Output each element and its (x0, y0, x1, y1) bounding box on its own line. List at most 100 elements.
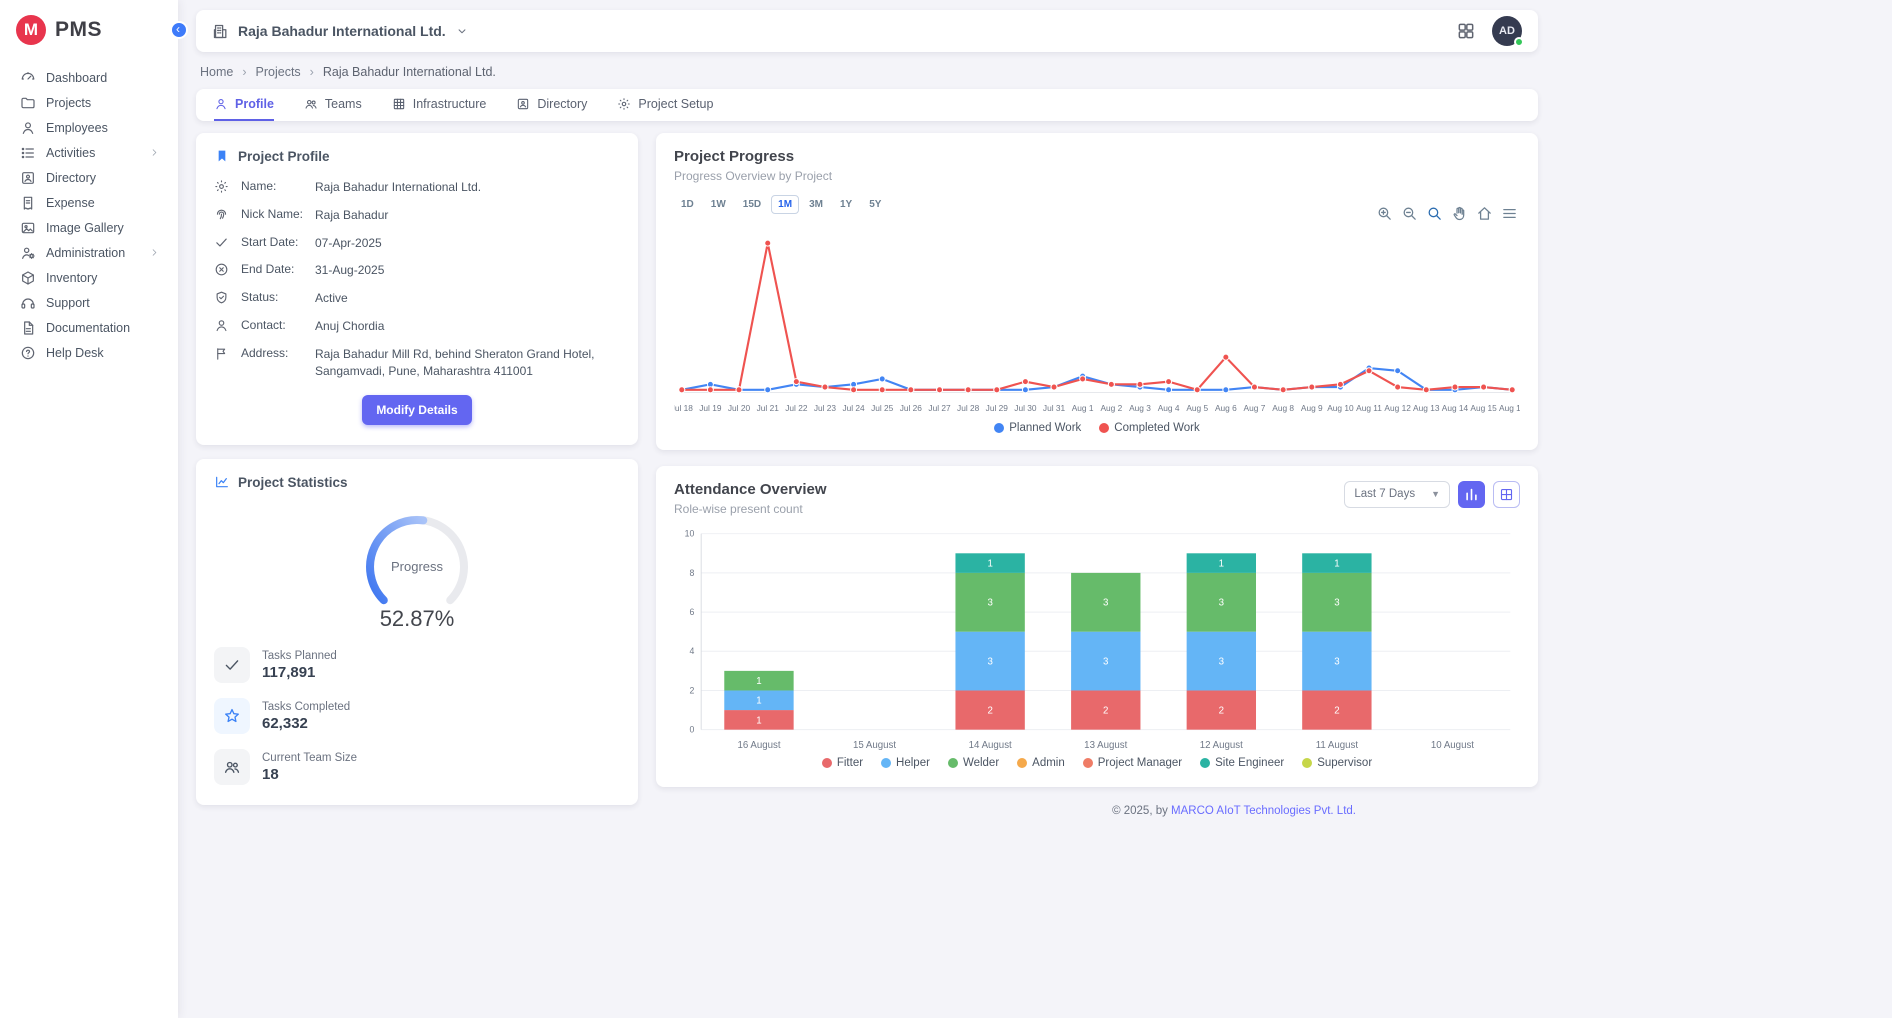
svg-text:1: 1 (756, 715, 761, 726)
svg-text:6: 6 (690, 607, 695, 617)
sidebar-item-label: Expense (46, 196, 95, 210)
legend-label: Helper (896, 757, 930, 769)
project-profile-card: Project Profile Name:Raja Bahadur Intern… (196, 133, 638, 445)
sidebar-item-help-desk[interactable]: Help Desk (10, 340, 170, 365)
sidebar: M PMS DashboardProjectsEmployeesActiviti… (0, 0, 178, 1018)
attendance-legend-welder[interactable]: Welder (948, 757, 999, 769)
contacts-icon (516, 97, 530, 111)
svg-text:Aug 3: Aug 3 (1129, 403, 1151, 413)
sidebar-item-directory[interactable]: Directory (10, 165, 170, 190)
range-button-5y[interactable]: 5Y (862, 195, 888, 214)
sidebar-item-image-gallery[interactable]: Image Gallery (10, 215, 170, 240)
company-link[interactable]: MARCO AIoT Technologies Pvt. Ltd. (1171, 805, 1356, 817)
app-logo[interactable]: M PMS (0, 0, 178, 65)
svg-text:Jul 21: Jul 21 (757, 403, 780, 413)
app-name: PMS (55, 18, 102, 42)
avatar[interactable]: AD (1492, 16, 1522, 46)
gear-icon (617, 97, 631, 111)
stat-label: Tasks Completed (262, 701, 350, 713)
field-label: Address: (241, 346, 303, 360)
range-button-1m[interactable]: 1M (771, 195, 799, 214)
svg-text:2: 2 (1219, 705, 1224, 716)
inventory-icon (20, 270, 36, 286)
range-button-1w[interactable]: 1W (704, 195, 733, 214)
sidebar-item-administration[interactable]: Administration (10, 240, 170, 265)
attendance-legend-site-engineer[interactable]: Site Engineer (1200, 757, 1284, 769)
pan-icon[interactable] (1451, 205, 1468, 222)
attendance-legend-supervisor[interactable]: Supervisor (1302, 757, 1372, 769)
progress-legend-planned-work[interactable]: Planned Work (994, 422, 1081, 434)
company-selector[interactable]: Raja Bahadur International Ltd. (212, 23, 469, 40)
field-label: Contact: (241, 318, 303, 332)
date-range-select[interactable]: Last 7 Days ▼ (1344, 481, 1450, 508)
bookmark-icon (214, 148, 230, 164)
svg-text:2: 2 (987, 705, 992, 716)
stat-label: Current Team Size (262, 752, 357, 764)
svg-text:Jul 29: Jul 29 (986, 403, 1009, 413)
range-button-15d[interactable]: 15D (736, 195, 768, 214)
sidebar-item-expense[interactable]: Expense (10, 190, 170, 215)
tab-infrastructure[interactable]: Infrastructure (392, 89, 487, 121)
tab-directory[interactable]: Directory (516, 89, 587, 121)
modify-details-button[interactable]: Modify Details (362, 395, 471, 425)
team-icon (304, 97, 318, 111)
sidebar-item-inventory[interactable]: Inventory (10, 265, 170, 290)
stat-value: 117,891 (262, 664, 337, 681)
breadcrumb-item-home[interactable]: Home (200, 65, 233, 79)
zoom-out-icon[interactable] (1401, 205, 1418, 222)
svg-text:Aug 2: Aug 2 (1100, 403, 1122, 413)
apps-grid-icon[interactable] (1456, 21, 1476, 41)
selection-zoom-icon[interactable] (1426, 205, 1443, 222)
sidebar-item-employees[interactable]: Employees (10, 115, 170, 140)
sidebar-item-activities[interactable]: Activities (10, 140, 170, 165)
svg-text:Aug 8: Aug 8 (1272, 403, 1294, 413)
project-progress-chart[interactable]: Jul 18Jul 19Jul 20Jul 21Jul 22Jul 23Jul … (674, 214, 1520, 420)
sidebar-item-support[interactable]: Support (10, 290, 170, 315)
field-label: Nick Name: (241, 207, 303, 221)
svg-text:3: 3 (1219, 597, 1224, 608)
svg-text:Jul 30: Jul 30 (1014, 403, 1037, 413)
svg-text:16 August: 16 August (737, 740, 780, 751)
table-view-button[interactable] (1493, 481, 1520, 508)
stats-items: Tasks Planned117,891Tasks Completed62,33… (214, 647, 620, 785)
tab-teams[interactable]: Teams (304, 89, 362, 121)
progress-gauge: Progress 52.87% (214, 505, 620, 632)
breadcrumb-item-projects[interactable]: Projects (256, 65, 301, 79)
sidebar-item-projects[interactable]: Projects (10, 90, 170, 115)
legend-dot (994, 423, 1004, 433)
chart-view-button[interactable] (1458, 481, 1485, 508)
sidebar-item-dashboard[interactable]: Dashboard (10, 65, 170, 90)
svg-text:Aug 10: Aug 10 (1327, 403, 1354, 413)
attendance-legend-project-manager[interactable]: Project Manager (1083, 757, 1182, 769)
tab-project-setup[interactable]: Project Setup (617, 89, 713, 121)
range-button-1y[interactable]: 1Y (833, 195, 859, 214)
range-button-3m[interactable]: 3M (802, 195, 830, 214)
zoom-in-icon[interactable] (1376, 205, 1393, 222)
attendance-legend-helper[interactable]: Helper (881, 757, 930, 769)
attendance-legend-fitter[interactable]: Fitter (822, 757, 863, 769)
sidebar-item-documentation[interactable]: Documentation (10, 315, 170, 340)
expense-icon (20, 195, 36, 211)
sidebar-item-label: Administration (46, 246, 125, 260)
svg-text:10 August: 10 August (1431, 740, 1474, 751)
tab-label: Project Setup (638, 97, 713, 111)
chevron-right-icon (149, 147, 160, 158)
stat-icon-box (214, 749, 250, 785)
menu-icon[interactable] (1501, 205, 1518, 222)
attendance-overview-card: Attendance Overview Role-wise present co… (656, 466, 1538, 787)
stat-value: 62,332 (262, 715, 350, 732)
attendance-chart[interactable]: 024681011116 August15 August233114 Augus… (674, 524, 1520, 755)
card-title-text: Project Profile (238, 149, 330, 164)
bar-chart-icon (1464, 487, 1479, 502)
attendance-legend-admin[interactable]: Admin (1017, 757, 1065, 769)
range-button-1d[interactable]: 1D (674, 195, 701, 214)
online-status-dot (1514, 37, 1524, 47)
sidebar-collapse-button[interactable]: ‹ (170, 21, 188, 39)
tab-profile[interactable]: Profile (214, 89, 274, 121)
sidebar-item-label: Inventory (46, 271, 97, 285)
project-progress-title: Project Progress (674, 148, 1520, 165)
support-icon (20, 295, 36, 311)
table-icon (1499, 487, 1514, 502)
progress-legend-completed-work[interactable]: Completed Work (1099, 422, 1199, 434)
reset-zoom-icon[interactable] (1476, 205, 1493, 222)
